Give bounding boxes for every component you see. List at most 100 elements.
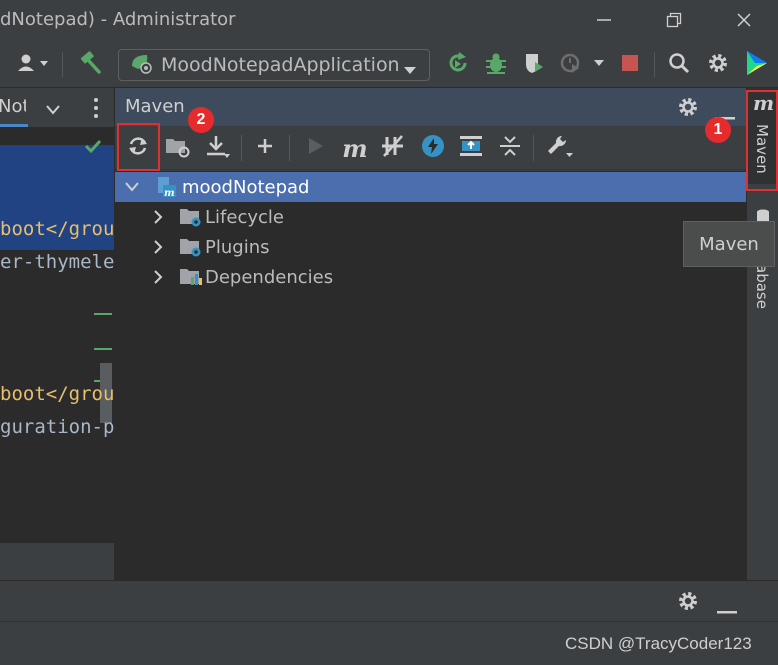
user-icon	[16, 53, 50, 77]
editor-tab[interactable]: Note	[0, 96, 26, 117]
user-menu-button[interactable]	[10, 50, 56, 80]
stop-icon	[621, 54, 639, 76]
plus-icon	[256, 137, 274, 159]
maven-panel-title: Maven	[125, 96, 185, 117]
add-maven-project-button[interactable]	[250, 133, 280, 163]
editor-tab-bar: Note	[0, 88, 114, 128]
bug-icon	[484, 51, 508, 79]
database-tab-label[interactable]: abase	[753, 264, 771, 309]
step-badge-1: 1	[705, 117, 731, 143]
coverage-icon	[522, 51, 546, 79]
run-with-coverage-button[interactable]	[519, 50, 549, 80]
run-maven-build-button[interactable]	[301, 133, 331, 163]
profiler-icon	[558, 51, 604, 79]
offline-mode-icon	[381, 134, 405, 162]
tree-node-project[interactable]: m moodNotepad	[115, 172, 747, 202]
maven-toolbar: m	[115, 126, 747, 170]
active-tab-indicator	[0, 124, 28, 127]
tree-node-plugins[interactable]: Plugins	[115, 232, 747, 262]
rerun-button[interactable]	[443, 50, 473, 80]
build-button[interactable]	[74, 50, 106, 80]
highlight-box-reload	[117, 123, 160, 171]
maven-project-icon: m	[155, 176, 177, 198]
settings-button[interactable]	[703, 50, 733, 80]
tree-node-dependencies[interactable]: Dependencies	[115, 262, 747, 292]
code-editor[interactable]: Note boot</grou er-thymele boot</grou gu…	[0, 88, 114, 580]
chevron-right-icon[interactable]	[153, 210, 173, 224]
tree-node-label: Lifecycle	[205, 206, 284, 228]
search-button[interactable]	[664, 50, 694, 80]
folder-reload-icon	[165, 134, 191, 162]
rerun-icon	[446, 51, 470, 79]
minimize-icon	[596, 9, 612, 33]
highlight-box-maven-tab	[746, 90, 778, 191]
skip-tests-button[interactable]	[418, 133, 448, 163]
more-options-icon[interactable]	[93, 97, 99, 123]
chevron-right-icon[interactable]	[153, 270, 173, 284]
toolbox-app-icon	[745, 50, 769, 80]
toolbar-divider	[654, 52, 655, 78]
tree-node-label: Plugins	[205, 236, 270, 258]
download-icon	[205, 134, 231, 162]
collapse-all-button[interactable]	[495, 133, 525, 163]
tree-node-lifecycle[interactable]: Lifecycle	[115, 202, 747, 232]
hide-panel-icon[interactable]	[717, 600, 737, 619]
change-marker	[94, 313, 112, 315]
minimize-button[interactable]	[584, 6, 624, 36]
svg-text:m: m	[164, 188, 175, 198]
execute-maven-goal-button[interactable]: m	[340, 133, 370, 163]
step-badge-2: 2	[188, 107, 214, 133]
wrench-icon	[546, 133, 574, 163]
close-icon	[736, 9, 752, 33]
toolbox-button[interactable]	[742, 50, 772, 80]
restore-button[interactable]	[654, 6, 694, 36]
dependencies-folder-icon	[179, 266, 203, 288]
toggle-offline-mode-button[interactable]	[378, 133, 408, 163]
gear-icon[interactable]	[677, 96, 699, 122]
maven-tool-window: Maven m m moodNotepad Lifecycle Plugins …	[114, 88, 747, 580]
divider	[0, 621, 778, 622]
debug-button[interactable]	[481, 50, 511, 80]
maven-settings-button[interactable]	[545, 133, 575, 163]
chevron-down-icon[interactable]	[125, 182, 145, 192]
tree-node-label: moodNotepad	[182, 176, 310, 198]
checkmark-icon	[84, 138, 102, 158]
code-line: boot</grou	[0, 218, 114, 240]
maven-m-icon: m	[342, 133, 368, 163]
gear-icon[interactable]	[677, 590, 699, 616]
toolbar-divider	[533, 135, 534, 161]
run-configuration-label: MoodNotepadApplication	[161, 54, 400, 76]
hammer-icon	[78, 51, 102, 79]
code-line: guration-p	[0, 416, 114, 438]
tooltip: Maven	[683, 221, 775, 267]
chevron-right-icon[interactable]	[153, 240, 173, 254]
editor-status-area	[0, 543, 114, 580]
maven-project-tree: m moodNotepad Lifecycle Plugins Dependen…	[115, 171, 747, 580]
play-icon	[307, 136, 325, 160]
profile-button[interactable]	[557, 50, 605, 80]
toolbar-divider	[289, 135, 290, 161]
change-marker	[94, 348, 112, 350]
chevron-down-icon	[403, 61, 417, 80]
window-title: dNotepad) - Administrator	[0, 9, 236, 30]
gear-icon	[707, 52, 729, 78]
watermark: CSDN @TracyCoder123	[565, 634, 752, 653]
main-toolbar: MoodNotepadApplication	[0, 42, 778, 88]
download-sources-button[interactable]	[203, 133, 233, 163]
toolbar-divider	[62, 52, 63, 78]
search-icon	[668, 52, 690, 78]
close-button[interactable]	[724, 6, 764, 36]
chevron-down-icon[interactable]	[45, 101, 61, 120]
collapse-icon	[498, 134, 522, 162]
restore-icon	[666, 9, 682, 33]
code-line: er-thymele	[0, 251, 114, 273]
show-dependencies-button[interactable]	[456, 133, 486, 163]
folder-gear-icon	[179, 206, 203, 228]
title-bar: dNotepad) - Administrator	[0, 0, 778, 42]
stop-button[interactable]	[615, 50, 645, 80]
run-configuration-select[interactable]: MoodNotepadApplication	[118, 49, 430, 81]
dependencies-diagram-icon	[459, 134, 483, 162]
generate-sources-button[interactable]	[163, 133, 193, 163]
lightning-icon	[421, 134, 445, 162]
toolbar-divider	[241, 135, 242, 161]
